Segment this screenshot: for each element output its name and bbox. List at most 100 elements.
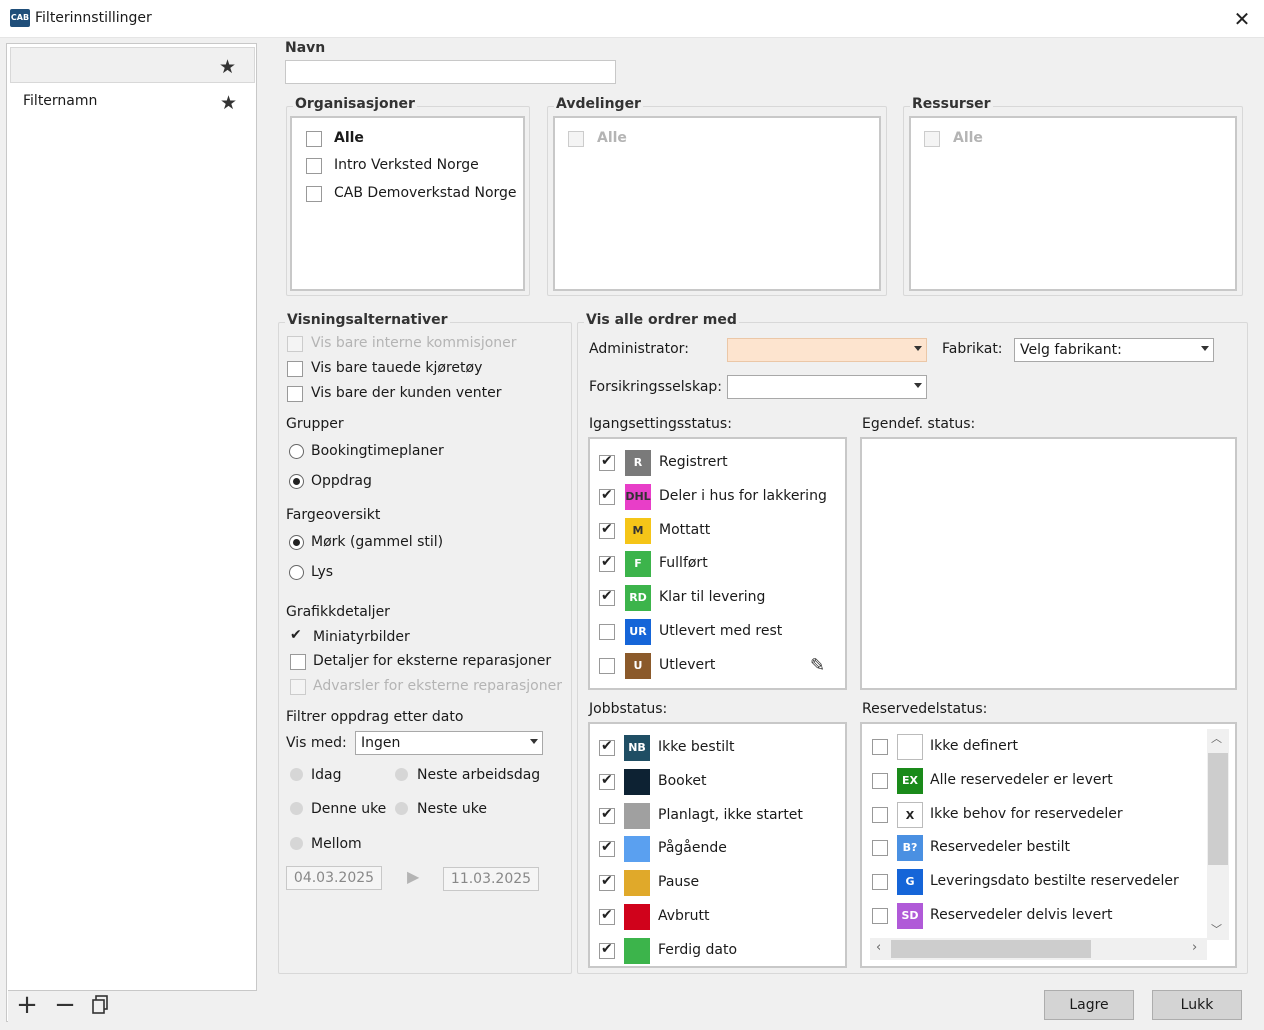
app-icon: CAB	[10, 9, 30, 27]
status-checkbox[interactable]	[599, 772, 615, 790]
status-row[interactable]: Pause	[599, 870, 839, 904]
org-alle-checkbox[interactable]	[306, 131, 322, 147]
status-row[interactable]: U Utlevert	[599, 652, 839, 687]
status-row[interactable]: X Ikke behov for reservedeler	[872, 801, 1202, 836]
status-checkbox[interactable]	[599, 487, 615, 505]
save-button[interactable]: Lagre	[1044, 990, 1134, 1020]
status-checkbox[interactable]	[599, 453, 615, 471]
status-checkbox[interactable]	[599, 554, 615, 573]
oppdrag-radio[interactable]	[289, 474, 304, 489]
status-row[interactable]: Planlagt, ikke startet	[599, 802, 839, 837]
filter-list: ★ Filternamn ★	[6, 43, 257, 1022]
tauede-checkbox[interactable]	[287, 361, 303, 377]
status-code: B?	[902, 841, 918, 855]
status-row[interactable]: Avbrutt	[599, 904, 839, 938]
scroll-up-icon[interactable]: ︿	[1211, 730, 1222, 746]
jobb-label: Jobbstatus:	[589, 701, 668, 717]
status-checkbox[interactable]	[599, 588, 615, 607]
mellom-radio	[290, 837, 303, 850]
organisasjoner-group: Organisasjoner Alle Intro Verksted Norge…	[286, 96, 530, 296]
forsikring-select[interactable]	[727, 375, 927, 399]
neste-uke-label: Neste uke	[417, 801, 488, 817]
status-checkbox[interactable]	[872, 840, 888, 857]
status-code: U	[633, 658, 643, 672]
booking-radio[interactable]	[289, 444, 304, 459]
close-button[interactable]: Lukk	[1152, 990, 1242, 1020]
vertical-scrollbar[interactable]: ︿ ﹀	[1207, 729, 1229, 940]
status-code: R	[633, 456, 643, 469]
neste-arbeidsdag-radio	[395, 768, 408, 781]
vis-med-value: Ingen	[361, 735, 401, 751]
status-row[interactable]: G Leveringsdato bestilte reservedeler	[872, 869, 1202, 903]
status-label: Fullført	[659, 555, 708, 572]
status-checkbox[interactable]	[599, 941, 615, 959]
status-label: Ikke bestilt	[658, 739, 735, 755]
status-row[interactable]: NB Ikke bestilt	[599, 735, 839, 769]
venter-checkbox[interactable]	[287, 386, 303, 402]
status-checkbox[interactable]	[872, 908, 888, 924]
reserve-label: Reservedelstatus:	[862, 701, 988, 717]
scroll-right-icon[interactable]: ›	[1192, 940, 1197, 955]
status-row[interactable]: EX Alle reservedeler er levert	[872, 767, 1202, 802]
close-window-button[interactable]: ✕	[1228, 6, 1256, 32]
status-row[interactable]: Pågående	[599, 836, 839, 870]
status-row[interactable]: F Fullført	[599, 551, 839, 585]
status-checkbox[interactable]	[599, 521, 615, 539]
status-checkbox[interactable]	[872, 874, 888, 891]
status-checkbox[interactable]	[872, 806, 888, 823]
status-code: NB	[628, 741, 646, 754]
status-color-swatch: R	[625, 450, 651, 476]
status-checkbox[interactable]	[599, 907, 615, 925]
status-checkbox[interactable]	[872, 739, 888, 755]
vis-med-select[interactable]: Ingen	[355, 731, 543, 755]
scrollbar-thumb[interactable]	[891, 940, 1091, 958]
status-row[interactable]: UR Utlevert med rest	[599, 619, 839, 653]
miniatyr-checkbox[interactable]	[289, 627, 305, 646]
scrollbar-thumb[interactable]	[1208, 753, 1228, 865]
status-checkbox[interactable]	[872, 772, 888, 789]
dropdown-arrow-icon	[914, 383, 922, 388]
status-row[interactable]: R Registrert	[599, 450, 839, 484]
star-icon[interactable]: ★	[219, 56, 236, 78]
copy-icon	[92, 995, 108, 1014]
status-row[interactable]: SD Reservedeler delvis levert	[872, 903, 1202, 937]
status-checkbox[interactable]	[599, 624, 615, 640]
lys-radio[interactable]	[289, 565, 304, 580]
advarsler-checkbox	[290, 679, 306, 695]
org-intro-checkbox[interactable]	[306, 158, 322, 174]
scroll-down-icon[interactable]: ﹀	[1211, 921, 1222, 937]
status-checkbox[interactable]	[599, 657, 615, 674]
status-color-swatch	[624, 802, 650, 829]
edit-pencil-icon[interactable]: ✎	[810, 655, 825, 676]
filter-list-item[interactable]: Filternamn ★	[10, 84, 255, 120]
status-code: M	[632, 523, 644, 537]
filter-list-item[interactable]: ★	[10, 47, 255, 83]
window-title: Filterinnstillinger	[35, 10, 152, 26]
detaljer-checkbox[interactable]	[290, 654, 306, 670]
administrator-select[interactable]	[727, 338, 927, 362]
fabrikat-select[interactable]: Velg fabrikant:	[1014, 338, 1214, 362]
status-row[interactable]: DHL Deler i hus for lakkering	[599, 483, 839, 518]
status-row[interactable]: B? Reservedeler bestilt	[872, 835, 1202, 869]
horizontal-scrollbar[interactable]: ‹ ›	[870, 938, 1207, 960]
status-row[interactable]: Ferdig dato	[599, 937, 839, 966]
add-filter-button[interactable]: +	[14, 992, 40, 1019]
status-checkbox[interactable]	[599, 839, 615, 858]
status-row[interactable]: Ikke definert	[872, 734, 1202, 768]
scroll-left-icon[interactable]: ‹	[876, 940, 881, 955]
status-checkbox[interactable]	[599, 738, 615, 756]
status-code: SD	[901, 909, 919, 922]
copy-filter-button[interactable]	[88, 995, 114, 1021]
name-input[interactable]	[285, 60, 616, 84]
mork-radio[interactable]	[289, 535, 304, 550]
org-cab-checkbox[interactable]	[306, 186, 322, 202]
star-icon[interactable]: ★	[220, 92, 237, 114]
status-color-swatch: EX	[897, 767, 923, 794]
status-row[interactable]: M Mottatt	[599, 517, 839, 552]
status-checkbox[interactable]	[599, 873, 615, 892]
status-row[interactable]: RD Klar til levering	[599, 585, 839, 619]
booking-label: Bookingtimeplaner	[311, 443, 444, 459]
remove-filter-button[interactable]: −	[52, 992, 78, 1019]
status-checkbox[interactable]	[599, 806, 615, 824]
status-row[interactable]: Booket	[599, 768, 839, 803]
